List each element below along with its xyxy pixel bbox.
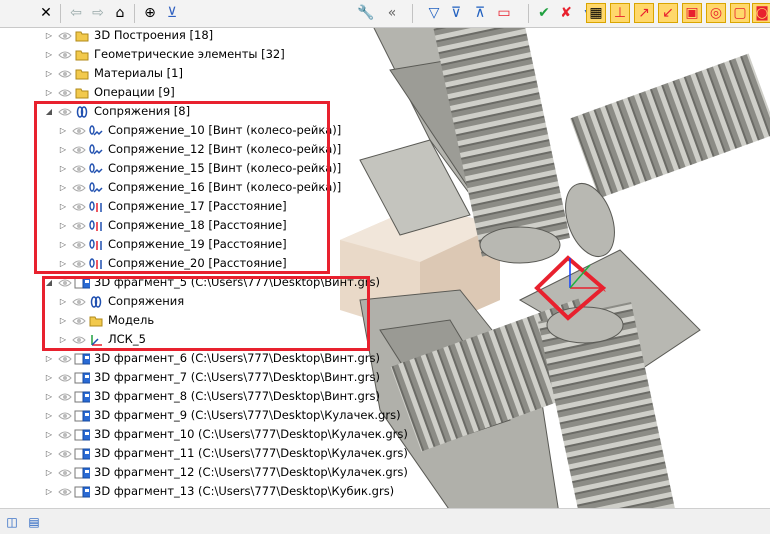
visibility-eye-icon[interactable] xyxy=(58,444,72,463)
filter-list-icon[interactable]: ⊽ xyxy=(446,3,466,23)
svg-text:×: × xyxy=(600,284,606,296)
axis-2-icon[interactable]: ↗ xyxy=(634,3,654,23)
expand-arrow-icon[interactable]: ▷ xyxy=(44,444,54,463)
visibility-eye-icon[interactable] xyxy=(58,406,72,425)
tree-item[interactable]: ▷ 3D фрагмент_6 (C:\Users\777\Desktop\Вин… xyxy=(0,349,400,368)
toolbar: ✕ ⇦ ⇨ ⌂ ⊕ ⊻ 🔧 « ▽ ⊽ ⊼ ▭ ✔ ✘ ▿ ▦ ⊥ ↗ ↙ ▣ … xyxy=(0,0,770,28)
wrench-icon[interactable]: 🔧 xyxy=(356,3,376,23)
visibility-eye-icon[interactable] xyxy=(58,45,72,64)
visibility-eye-icon[interactable] xyxy=(58,26,72,45)
tree-item[interactable]: ▷ 3D фрагмент_7 (C:\Users\777\Desktop\Вин… xyxy=(0,368,400,387)
tree-item[interactable]: ▷ 3D фрагмент_12 (C:\Users\777\Desktop\Ку… xyxy=(0,463,408,482)
uncheck-icon[interactable]: ✘ xyxy=(556,3,576,23)
cube-solid-icon[interactable]: ▢ xyxy=(730,3,750,23)
tree-item-label: 3D фрагмент_10 (C:\Users\777\Desktop\Кул… xyxy=(94,427,408,441)
panel-split-icon[interactable]: ◫ xyxy=(2,512,22,532)
tree-item[interactable]: ▷ 3D фрагмент_13 (C:\Users\777\Desktop\Ку… xyxy=(0,482,400,501)
folder-icon xyxy=(74,64,90,83)
cube-icon[interactable]: ▣ xyxy=(682,3,702,23)
cube-outline-icon[interactable]: ◎ xyxy=(706,3,726,23)
double-chevron-left-icon[interactable]: « xyxy=(382,3,402,23)
visibility-eye-icon[interactable] xyxy=(58,64,72,83)
folder-icon xyxy=(74,26,90,45)
axis-3-icon[interactable]: ↙ xyxy=(658,3,678,23)
tree-item-label: 3D фрагмент_8 (C:\Users\777\Desktop\Винт… xyxy=(94,389,380,403)
view-grid-icon[interactable]: ▦ xyxy=(586,3,606,23)
target-icon[interactable]: ⊕ xyxy=(140,3,160,23)
tree-item[interactable]: ▷ 3D фрагмент_11 (C:\Users\777\Desktop\Ку… xyxy=(0,444,408,463)
panel-list-icon[interactable]: ▤ xyxy=(24,512,44,532)
tree-item[interactable]: ▷ Материалы [1] xyxy=(0,64,400,83)
back-arrow-icon[interactable]: ⇦ xyxy=(66,3,86,23)
tree-item-label: 3D фрагмент_13 (C:\Users\777\Desktop\Куб… xyxy=(94,484,395,498)
tree-item[interactable]: ▷ 3D фрагмент_8 (C:\Users\777\Desktop\Вин… xyxy=(0,387,400,406)
expand-arrow-icon[interactable]: ▷ xyxy=(44,349,54,368)
expand-arrow-icon[interactable]: ▷ xyxy=(44,26,54,45)
close-icon[interactable]: ✕ xyxy=(36,3,56,23)
status-bar: ◫ ▤ xyxy=(0,508,770,534)
axis-1-icon[interactable]: ⊥ xyxy=(610,3,630,23)
highlight-box-fragment5 xyxy=(42,276,370,351)
filter-icon[interactable]: ▽ xyxy=(424,3,444,23)
fragment-icon xyxy=(74,368,90,387)
expand-arrow-icon[interactable]: ▷ xyxy=(44,463,54,482)
tree-item[interactable]: ▷ Геометрические элементы [32] xyxy=(0,45,400,64)
forward-arrow-icon[interactable]: ⇨ xyxy=(88,3,108,23)
tree-item-label: 3D фрагмент_7 (C:\Users\777\Desktop\Винт… xyxy=(94,370,380,384)
visibility-eye-icon[interactable] xyxy=(58,83,72,102)
visibility-eye-icon[interactable] xyxy=(58,349,72,368)
expand-arrow-icon[interactable]: ▷ xyxy=(44,64,54,83)
visibility-eye-icon[interactable] xyxy=(58,463,72,482)
visibility-eye-icon[interactable] xyxy=(58,482,72,501)
tree-item-label: 3D фрагмент_11 (C:\Users\777\Desktop\Кул… xyxy=(94,446,408,460)
fragment-icon xyxy=(74,444,90,463)
tree-item-label: Геометрические элементы [32] xyxy=(94,47,285,61)
tree-item-label: Операции [9] xyxy=(94,85,175,99)
collapse-icon[interactable]: ⊻ xyxy=(162,3,182,23)
expand-arrow-icon[interactable]: ▷ xyxy=(44,368,54,387)
tree-item-label: 3D фрагмент_9 (C:\Users\777\Desktop\Кула… xyxy=(94,408,401,422)
fragment-icon xyxy=(74,387,90,406)
filter-check-icon[interactable]: ⊼ xyxy=(470,3,490,23)
select-box-icon[interactable]: ▭ xyxy=(494,3,514,23)
tree-item[interactable]: ▷ 3D Построения [18] xyxy=(0,26,400,45)
tree-item-label: 3D фрагмент_12 (C:\Users\777\Desktop\Кул… xyxy=(94,465,408,479)
expand-arrow-icon[interactable]: ▷ xyxy=(44,83,54,102)
tree-item-label: 3D фрагмент_6 (C:\Users\777\Desktop\Винт… xyxy=(94,351,380,365)
fragment-icon xyxy=(74,406,90,425)
expand-arrow-icon[interactable]: ▷ xyxy=(44,482,54,501)
visibility-eye-icon[interactable] xyxy=(58,387,72,406)
highlight-box-constraints xyxy=(34,101,330,274)
expand-arrow-icon[interactable]: ▷ xyxy=(44,406,54,425)
visibility-eye-icon[interactable] xyxy=(58,368,72,387)
home-icon[interactable]: ⌂ xyxy=(110,3,130,23)
tree-item[interactable]: ▷ 3D фрагмент_9 (C:\Users\777\Desktop\Кул… xyxy=(0,406,401,425)
fragment-icon xyxy=(74,482,90,501)
visibility-eye-icon[interactable] xyxy=(58,425,72,444)
expand-arrow-icon[interactable]: ▷ xyxy=(44,45,54,64)
tree-item[interactable]: ▷ 3D фрагмент_10 (C:\Users\777\Desktop\Ку… xyxy=(0,425,408,444)
tree-item[interactable]: ▷ Операции [9] xyxy=(0,83,400,102)
expand-arrow-icon[interactable]: ▷ xyxy=(44,425,54,444)
fragment-icon xyxy=(74,349,90,368)
folder-icon xyxy=(74,45,90,64)
folder-icon xyxy=(74,83,90,102)
fragment-icon xyxy=(74,425,90,444)
check-icon[interactable]: ✔ xyxy=(534,3,554,23)
tree-item-label: 3D Построения [18] xyxy=(94,28,214,42)
cube-red-icon[interactable]: ◙ xyxy=(752,3,770,23)
tree-item-label: Материалы [1] xyxy=(94,66,183,80)
fragment-icon xyxy=(74,463,90,482)
expand-arrow-icon[interactable]: ▷ xyxy=(44,387,54,406)
